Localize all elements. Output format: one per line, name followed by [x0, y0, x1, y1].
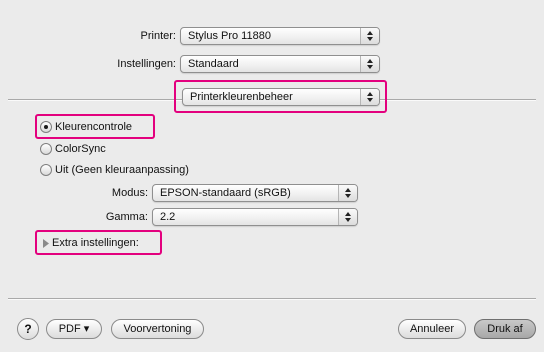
- radio-unselected-icon: [40, 164, 52, 176]
- printer-popup[interactable]: Stylus Pro 11880: [180, 27, 380, 45]
- pdf-button[interactable]: PDF ▾: [46, 319, 102, 339]
- cancel-button[interactable]: Annuleer: [398, 319, 466, 339]
- radio-unselected-icon: [40, 143, 52, 155]
- up-down-arrows-icon: [360, 56, 379, 72]
- bottom-separator: [8, 298, 536, 300]
- radio-colorsync[interactable]: ColorSync: [40, 142, 140, 158]
- modus-value: EPSON-standaard (sRGB): [160, 187, 291, 199]
- presets-value: Standaard: [188, 58, 239, 70]
- help-button[interactable]: ?: [17, 318, 39, 340]
- gamma-label: Gamma:: [105, 211, 148, 223]
- disclosure-triangle-icon: [42, 239, 50, 251]
- extra-settings-disclosure[interactable]: Extra instellingen:: [42, 236, 160, 252]
- printer-value: Stylus Pro 11880: [188, 30, 271, 42]
- panel-value: Printerkleurenbeheer: [190, 91, 293, 103]
- up-down-arrows-icon: [360, 89, 379, 105]
- radio-selected-icon: [40, 121, 52, 133]
- radio-uit[interactable]: Uit (Geen kleuraanpassing): [40, 163, 210, 179]
- up-down-arrows-icon: [338, 185, 357, 201]
- print-button[interactable]: Druk af: [474, 319, 536, 339]
- presets-popup[interactable]: Standaard: [180, 55, 380, 73]
- gamma-value: 2.2: [160, 211, 176, 223]
- radio-label: Uit (Geen kleuraanpassing): [55, 164, 189, 176]
- presets-label: Instellingen:: [117, 58, 176, 70]
- modus-label: Modus:: [111, 187, 148, 199]
- panel-popup[interactable]: Printerkleurenbeheer: [182, 88, 380, 106]
- modus-popup[interactable]: EPSON-standaard (sRGB): [152, 184, 358, 202]
- gamma-popup[interactable]: 2.2: [152, 208, 358, 226]
- radio-kleurencontrole[interactable]: Kleurencontrole: [40, 120, 155, 136]
- extra-settings-label: Extra instellingen:: [52, 237, 139, 249]
- printer-label: Printer:: [140, 30, 176, 42]
- preview-button[interactable]: Voorvertoning: [111, 319, 204, 339]
- radio-label: ColorSync: [55, 143, 106, 155]
- radio-label: Kleurencontrole: [55, 121, 133, 133]
- up-down-arrows-icon: [360, 28, 379, 44]
- up-down-arrows-icon: [338, 209, 357, 225]
